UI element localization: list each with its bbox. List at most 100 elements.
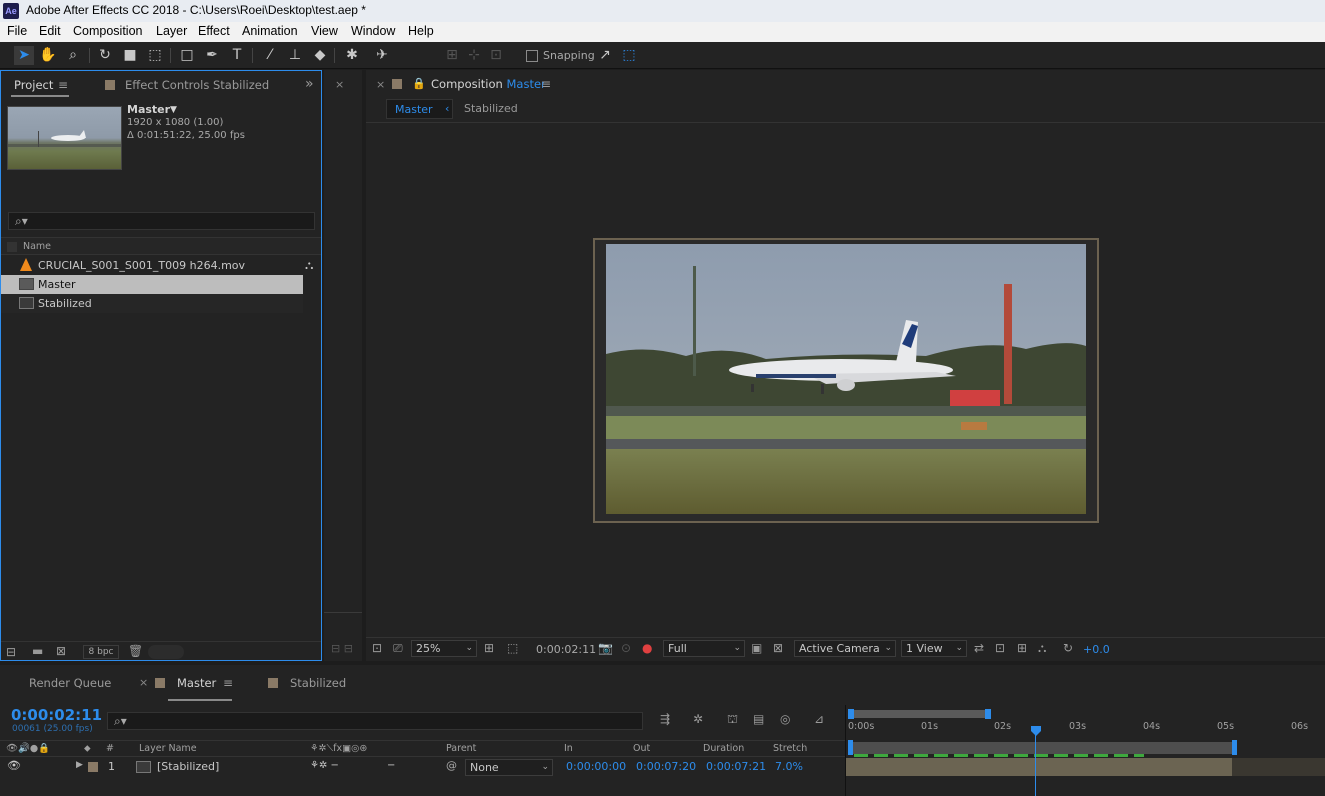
- reset-exposure-icon[interactable]: ↻: [1063, 641, 1073, 655]
- menu-composition[interactable]: Composition: [73, 24, 142, 38]
- layer-duration[interactable]: 0:00:07:21: [706, 760, 766, 773]
- work-area-start-handle[interactable]: [848, 709, 854, 719]
- type-tool-icon[interactable]: T: [227, 46, 247, 65]
- label-swatch[interactable]: [88, 762, 98, 772]
- trash-icon[interactable]: 🗑: [128, 644, 143, 658]
- menu-view[interactable]: View: [311, 24, 338, 38]
- pick-whip-icon[interactable]: @: [446, 759, 457, 772]
- timeline-link-icon[interactable]: ⊞: [1017, 641, 1027, 655]
- preview-dropdown-icon[interactable]: ▼: [170, 105, 177, 115]
- toggle-pixel-aspect-icon[interactable]: ⇄: [974, 641, 984, 655]
- playhead-line[interactable]: [1035, 735, 1036, 796]
- local-axis-icon[interactable]: ⊞: [442, 46, 462, 65]
- motion-blur-icon[interactable]: ◎: [780, 712, 790, 726]
- view-axis-icon[interactable]: ⊡: [486, 46, 506, 65]
- layer-name-column-header[interactable]: Layer Name: [139, 743, 197, 754]
- new-composition-icon[interactable]: ⊠: [56, 644, 66, 658]
- panel-menu-icon[interactable]: ≡: [541, 77, 551, 91]
- snapping-checkbox[interactable]: [526, 50, 538, 62]
- tab-master[interactable]: Master: [177, 676, 216, 690]
- navigator-start-handle[interactable]: [848, 740, 853, 755]
- label-column-icon[interactable]: [7, 242, 17, 252]
- fast-draft-icon[interactable]: ⊡: [995, 641, 1005, 655]
- frame-blending-icon[interactable]: ▤: [753, 712, 764, 726]
- lock-icon[interactable]: 🔒: [412, 77, 426, 90]
- layer-name[interactable]: [Stabilized]: [157, 760, 219, 773]
- close-icon[interactable]: ×: [376, 78, 385, 91]
- quality-switch-icon[interactable]: −: [387, 760, 395, 771]
- tab-stabilized[interactable]: Stabilized: [290, 676, 346, 690]
- thumbnail-slider[interactable]: [148, 645, 184, 659]
- flowchart-icon[interactable]: ⛬: [1038, 641, 1046, 656]
- current-time-display[interactable]: 0:00:02:11: [536, 643, 596, 656]
- tab-render-queue[interactable]: Render Queue: [29, 676, 111, 690]
- menu-effect[interactable]: Effect: [198, 24, 230, 38]
- selection-tool-icon[interactable]: ➤: [14, 46, 34, 65]
- tab-effect-controls[interactable]: Effect Controls Stabilized: [125, 78, 269, 92]
- world-axis-icon[interactable]: ⊹: [464, 46, 484, 65]
- name-column-header[interactable]: Name: [23, 241, 51, 252]
- rectangle-tool-icon[interactable]: □: [177, 46, 197, 65]
- table-row[interactable]: 👁 ▶ 1 [Stabilized] ⚘✲ − − @ None ⌄ 0:00:0…: [0, 758, 845, 776]
- list-item[interactable]: CRUCIAL_S001_S001_T009 h264.mov ⛬: [1, 256, 321, 275]
- panel-menu-icon[interactable]: ≡: [58, 78, 68, 92]
- clone-stamp-tool-icon[interactable]: ⊥: [285, 46, 305, 65]
- monitor-icon[interactable]: ⎚: [393, 641, 403, 656]
- panel-menu-icon[interactable]: ≡: [223, 676, 233, 690]
- puppet-pin-tool-icon[interactable]: ✈: [372, 46, 392, 65]
- list-item[interactable]: Master: [1, 275, 303, 294]
- pen-tool-icon[interactable]: ✒: [202, 46, 222, 65]
- comp-mini-flowchart-icon[interactable]: ⇶: [660, 712, 670, 726]
- tab-composition[interactable]: Composition Master: [431, 77, 546, 91]
- navigator-bar[interactable]: [849, 742, 1236, 754]
- roto-brush-tool-icon[interactable]: ✱: [342, 46, 362, 65]
- view-layout-dropdown[interactable]: 1 View ⌄: [901, 640, 967, 657]
- work-area-end-handle[interactable]: [985, 709, 991, 719]
- show-snapshot-icon[interactable]: ⊙: [621, 641, 631, 655]
- eraser-tool-icon[interactable]: ◆: [310, 46, 330, 65]
- menu-help[interactable]: Help: [408, 24, 434, 38]
- zoom-tool-icon[interactable]: ⌕: [63, 46, 83, 65]
- region-of-interest-icon[interactable]: ⊞: [484, 641, 494, 655]
- pan-behind-tool-icon[interactable]: ⬚: [145, 46, 165, 65]
- close-icon[interactable]: ×: [139, 676, 148, 689]
- flow-master[interactable]: Master ‹: [386, 99, 453, 119]
- channels-icon[interactable]: ●: [642, 641, 652, 655]
- navigator-end-handle[interactable]: [1232, 740, 1237, 755]
- snap-feature-icon[interactable]: ⬚: [619, 46, 639, 65]
- flow-stabilized[interactable]: Stabilized: [464, 102, 518, 115]
- close-icon[interactable]: ×: [335, 78, 344, 91]
- composition-viewer[interactable]: [593, 238, 1099, 523]
- expand-triangle-icon[interactable]: ▶: [76, 760, 83, 770]
- flowchart-icon[interactable]: ⛬: [305, 258, 313, 273]
- snap-edge-icon[interactable]: ↗: [595, 46, 615, 65]
- time-ruler[interactable]: 0:00s 01s 02s 03s 04s 05s 06s: [846, 719, 1325, 739]
- parent-dropdown[interactable]: None ⌄: [465, 759, 553, 776]
- shy-layers-icon[interactable]: ⛫: [727, 712, 738, 728]
- draft-3d-icon[interactable]: ✲: [693, 712, 703, 726]
- layer-in[interactable]: 0:00:00:00: [566, 760, 626, 773]
- layer-switches-icon[interactable]: ⚘✲ −: [310, 760, 339, 771]
- new-folder-icon[interactable]: ▬: [32, 644, 43, 658]
- layer-out[interactable]: 0:00:07:20: [636, 760, 696, 773]
- list-item[interactable]: Stabilized: [1, 294, 303, 313]
- work-area-bar[interactable]: [850, 710, 988, 718]
- current-time[interactable]: 0:00:02:11: [11, 706, 102, 724]
- menu-animation[interactable]: Animation: [242, 24, 298, 38]
- layer-stretch[interactable]: 7.0%: [775, 760, 803, 773]
- hand-tool-icon[interactable]: ✋: [38, 46, 58, 65]
- menu-edit[interactable]: Edit: [39, 24, 61, 38]
- menu-file[interactable]: File: [7, 24, 27, 38]
- layer-search-input[interactable]: ⌕▾: [107, 712, 643, 730]
- menu-layer[interactable]: Layer: [156, 24, 187, 38]
- interpret-footage-icon[interactable]: ⊟: [6, 645, 16, 659]
- menu-window[interactable]: Window: [351, 24, 395, 38]
- eye-icon[interactable]: 👁: [7, 759, 21, 772]
- timeline-graph[interactable]: 0:00s 01s 02s 03s 04s 05s 06s: [845, 705, 1325, 796]
- exposure-value[interactable]: +0.0: [1083, 643, 1110, 656]
- preview-frame-icon[interactable]: ⊡: [372, 641, 382, 655]
- tab-project[interactable]: Project: [14, 78, 53, 92]
- camera-tool-icon[interactable]: ■: [120, 46, 140, 65]
- panel-overflow-icon[interactable]: »: [305, 76, 314, 92]
- project-search-input[interactable]: ⌕▾: [8, 212, 315, 230]
